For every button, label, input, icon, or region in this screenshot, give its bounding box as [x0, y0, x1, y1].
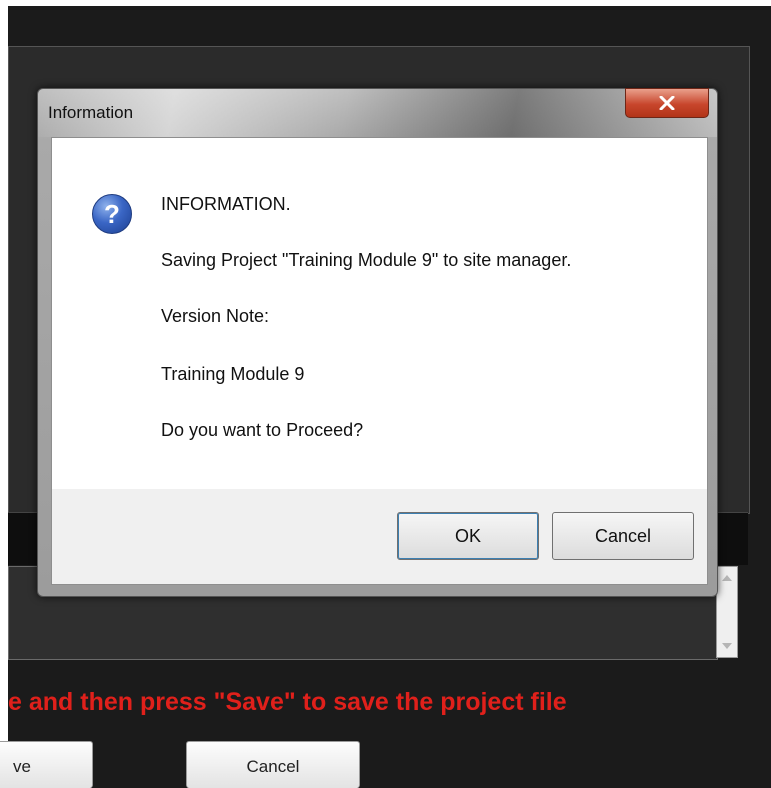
information-dialog: Information ? INFORMATION. Saving Projec… [37, 88, 718, 597]
cancel-button[interactable]: Cancel [552, 512, 694, 560]
dialog-body: ? INFORMATION. Saving Project "Training … [51, 137, 708, 585]
scroll-up-arrow-icon[interactable] [722, 575, 732, 581]
close-icon [659, 96, 675, 110]
instruction-text: e and then press "Save" to save the proj… [8, 688, 567, 716]
textarea-scrollbar[interactable] [716, 566, 738, 658]
dialog-message: Saving Project "Training Module 9" to si… [161, 250, 572, 270]
proceed-question: Do you want to Proceed? [161, 420, 364, 440]
dialog-close-button[interactable] [625, 88, 709, 118]
dialog-heading: INFORMATION. [161, 194, 291, 214]
ok-button[interactable]: OK [397, 512, 539, 560]
save-button[interactable]: ve [0, 741, 93, 788]
dialog-title: Information [48, 103, 134, 122]
scroll-down-arrow-icon[interactable] [722, 643, 732, 649]
version-note-label: Version Note: [161, 306, 270, 326]
question-icon: ? [92, 194, 132, 234]
background-cancel-button[interactable]: Cancel [186, 741, 360, 788]
version-note-value: Training Module 9 [161, 364, 305, 384]
